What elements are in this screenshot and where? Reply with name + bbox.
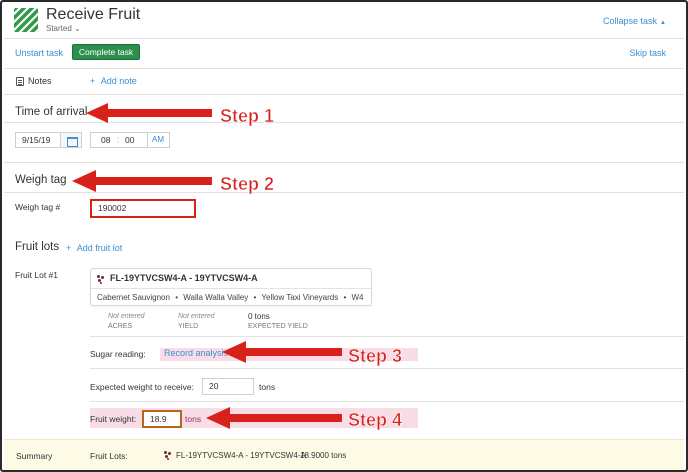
expected-weight-unit: tons [259,382,276,392]
separator-dot: • [175,293,178,302]
time-of-arrival-heading: Time of arrival [15,106,88,118]
chevron-down-icon: ⌄ [74,24,81,33]
divider [4,94,684,95]
receive-fruit-logo-icon [14,8,38,32]
divider [4,162,684,163]
sugar-reading-label: Sugar reading: [90,349,146,359]
summary-lots-label: Fruit Lots: [90,451,128,461]
step-1-arrow-icon [86,103,212,123]
caret-up-icon: ▲ [660,20,666,26]
fruit-lot-code: FL-19YTVCSW4-A - 19YTVCSW4-A [110,273,258,283]
divider [4,192,684,193]
divider [4,38,684,39]
grape-cluster-icon [164,451,172,460]
time-divider [147,133,148,147]
divider [90,336,684,337]
lot-variety: Cabernet Sauvignon [97,293,170,302]
notes-label: Notes [28,76,52,86]
add-fruit-lot-label: Add fruit lot [76,243,123,253]
expected-weight-input[interactable]: 20 [202,378,254,395]
fruit-weight-row-highlight [90,408,418,428]
page-title: Receive Fruit [46,6,141,23]
lot-vineyard: Yellow Taxi Vineyards [261,293,339,302]
notes-icon [16,77,24,86]
summary-lot-weight: 18.9000 tons [300,451,347,460]
time-separator: : [117,134,120,144]
skip-task-link[interactable]: Skip task [629,48,666,58]
weigh-tag-label: Weigh tag # [15,202,61,212]
separator-dot: • [253,293,257,302]
fruit-weight-label: Fruit weight: [90,414,137,424]
divider [90,401,684,402]
task-panel: Receive Fruit Started ⌄ Collapse task ▲ U… [0,0,688,472]
summary-label: Summary [16,451,53,461]
add-fruit-lot-link[interactable]: + Add fruit lot [66,243,122,253]
divider [4,68,684,69]
divider [91,288,371,289]
minute-input[interactable]: 00 [125,135,134,145]
fruit-lot-card[interactable]: FL-19YTVCSW4-A - 19YTVCSW4-A Cabernet Sa… [90,268,372,306]
fruit-lot-details: Cabernet Sauvignon • Walla Walla Valley … [97,293,364,302]
add-note-link[interactable]: + Add note [90,76,137,86]
collapse-task-button[interactable]: Collapse task ▲ [603,16,666,26]
weigh-tag-heading: Weigh tag [15,174,67,186]
step-1-label: Step 1 [220,106,274,126]
step-2-arrow-icon [72,170,212,192]
collapse-task-label: Collapse task [603,16,658,26]
step-2-label: Step 2 [220,174,274,194]
fruit-weight-input[interactable]: 18.9 [142,410,182,428]
separator-dot: • [343,293,347,302]
divider [4,122,684,123]
fruit-lots-heading: Fruit lots [15,241,60,253]
grape-cluster-icon [97,275,105,284]
fruit-weight-unit: tons [185,414,202,424]
expected-weight-label: Expected weight to receive: [90,382,194,392]
acres-label: ACRES [108,323,133,330]
divider [90,368,684,369]
arrival-time-picker: 08 : 00 AM [90,132,170,148]
add-note-label: Add note [100,76,137,86]
unstart-task-link[interactable]: Unstart task [15,48,63,58]
arrival-date-input[interactable]: 9/15/19 [15,132,61,148]
task-status-label: Started [46,24,72,33]
lot-block: W4 [351,293,364,302]
summary-lot-code: FL-19YTVCSW4-A - 19YTVCSW4-A [176,451,306,460]
expected-yield-label: EXPECTED YIELD [248,323,308,330]
calendar-icon[interactable] [60,132,82,148]
plus-icon: + [90,76,96,86]
ampm-toggle[interactable]: AM [152,135,164,144]
record-analysis-link[interactable]: Record analysis [160,348,418,361]
complete-task-button[interactable]: Complete task [72,44,140,60]
fruit-lot-label: Fruit Lot #1 [15,270,58,280]
task-status-dropdown[interactable]: Started ⌄ [46,24,81,33]
expected-yield-value: 0 tons [248,312,270,321]
weigh-tag-input[interactable]: 190002 [90,199,196,218]
yield-label: YIELD [178,323,199,330]
acres-value: Not entered [108,313,145,320]
summary-bar: Summary Fruit Lots: FL-19YTVCSW4-A - 19Y… [4,439,684,470]
yield-value: Not entered [178,313,215,320]
hour-input[interactable]: 08 [101,135,110,145]
plus-icon: + [66,243,72,253]
lot-region: Walla Walla Valley [183,293,249,302]
